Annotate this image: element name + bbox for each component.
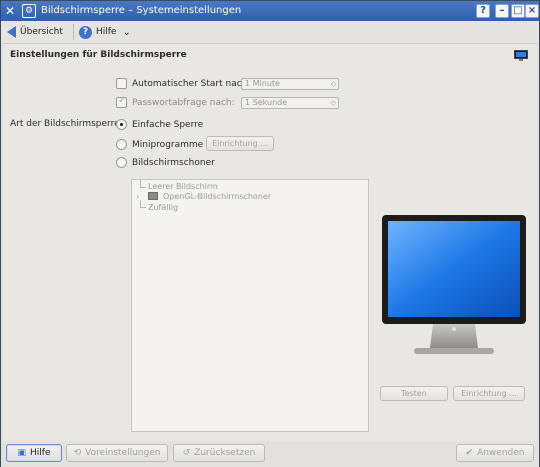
test-button[interactable]: Testen xyxy=(380,386,448,401)
close-button[interactable]: × xyxy=(525,4,539,18)
footer-bar: ▣ Hilfe ⟲ Voreinstellungen ↺ Zurücksetze… xyxy=(1,441,539,467)
opengl-icon xyxy=(148,192,158,200)
maximize-button[interactable]: □ xyxy=(511,4,525,18)
help-label: Hilfe xyxy=(96,27,117,37)
radio-simple-row[interactable]: Einfache Sperre xyxy=(116,119,203,130)
toolbar: Übersicht ? Hilfe ⌄ xyxy=(1,21,539,43)
password-checkbox[interactable] xyxy=(116,95,127,108)
radio-widgets-label: Miniprogramme xyxy=(132,139,204,150)
reset-button-label: Zurücksetzen xyxy=(194,448,256,458)
settings-window: ✕ ⚙ Bildschirmsperre – Systemeinstellung… xyxy=(0,0,540,467)
window-title: Bildschirmsperre – Systemeinstellungen xyxy=(41,5,242,16)
spin-arrows-icon[interactable]: ◇ xyxy=(331,79,336,89)
monitor-icon xyxy=(514,50,528,61)
minimize-button[interactable]: – xyxy=(495,4,509,18)
help-book-icon: ▣ xyxy=(17,448,27,458)
toolbar-separator xyxy=(73,24,74,40)
spin-arrows-icon[interactable]: ◇ xyxy=(331,98,336,108)
app-tools-icon[interactable]: ✕ xyxy=(5,4,19,18)
tree-line xyxy=(140,200,146,208)
radio-widgets-row[interactable]: Miniprogramme xyxy=(116,139,203,150)
radio-simple-label: Einfache Sperre xyxy=(132,119,204,130)
content-area: Einstellungen für Bildschirmsperre Autom… xyxy=(3,43,537,441)
radio-screensaver-row[interactable]: Bildschirmschoner xyxy=(116,157,215,168)
apply-button-label: Anwenden xyxy=(477,448,525,458)
password-spinbox[interactable]: 1 Sekunde ◇ xyxy=(241,97,339,109)
radio-screensaver[interactable] xyxy=(116,157,127,168)
autostart-row: Automatischer Start nach: xyxy=(116,78,250,89)
radio-simple[interactable] xyxy=(116,119,127,130)
title-bar: ✕ ⚙ Bildschirmsperre – Systemeinstellung… xyxy=(1,1,539,21)
autostart-value: 1 Minute xyxy=(245,79,280,88)
preview-setup-button[interactable]: Einrichtung ... xyxy=(453,386,525,401)
reset-button[interactable]: ↺ Zurücksetzen xyxy=(173,444,265,462)
list-item[interactable]: Zufällig xyxy=(148,203,178,212)
context-help-button[interactable]: ? xyxy=(476,4,490,18)
apply-button[interactable]: ✔ Anwenden xyxy=(456,444,534,462)
list-item[interactable]: Leerer Bildschirm xyxy=(148,182,218,191)
window-menu-icon[interactable]: ⚙ xyxy=(22,4,36,18)
checkmark-icon: ✔ xyxy=(465,448,474,458)
defaults-button-label: Voreinstellungen xyxy=(85,448,161,458)
autostart-checkbox[interactable] xyxy=(116,78,127,89)
help-menu-button[interactable]: ? Hilfe ⌄ xyxy=(79,23,131,41)
list-item[interactable]: OpenGL-Bildschirmschoner xyxy=(163,192,271,201)
password-row: Passwortabfrage nach: xyxy=(116,95,235,108)
monitor-preview xyxy=(382,215,526,354)
autostart-label: Automatischer Start nach: xyxy=(132,78,251,89)
overview-label: Übersicht xyxy=(20,27,63,37)
help-icon: ? xyxy=(79,25,92,39)
lock-type-label: Art der Bildschirmsperre: xyxy=(10,119,123,129)
radio-screensaver-label: Bildschirmschoner xyxy=(132,157,215,168)
autostart-spinbox[interactable]: 1 Minute ◇ xyxy=(241,78,339,90)
reset-icon: ↺ xyxy=(182,448,191,458)
page-title: Einstellungen für Bildschirmsperre xyxy=(10,50,187,60)
password-label: Passwortabfrage nach: xyxy=(132,97,235,108)
help-button-label: Hilfe xyxy=(30,448,51,458)
defaults-icon: ⟲ xyxy=(73,448,82,458)
help-button[interactable]: ▣ Hilfe xyxy=(6,444,62,462)
widgets-setup-button[interactable]: Einrichtung ... xyxy=(206,136,274,151)
radio-widgets[interactable] xyxy=(116,139,127,150)
chevron-down-icon: ⌄ xyxy=(122,26,131,38)
expand-arrow-icon[interactable]: › xyxy=(136,192,139,201)
tree-line xyxy=(140,180,146,188)
defaults-button[interactable]: ⟲ Voreinstellungen xyxy=(66,444,168,462)
screensaver-list[interactable]: Leerer Bildschirm › OpenGL-Bildschirmsch… xyxy=(131,179,369,432)
back-arrow-icon xyxy=(7,26,16,38)
overview-button[interactable]: Übersicht xyxy=(7,23,63,41)
password-value: 1 Sekunde xyxy=(245,98,288,107)
